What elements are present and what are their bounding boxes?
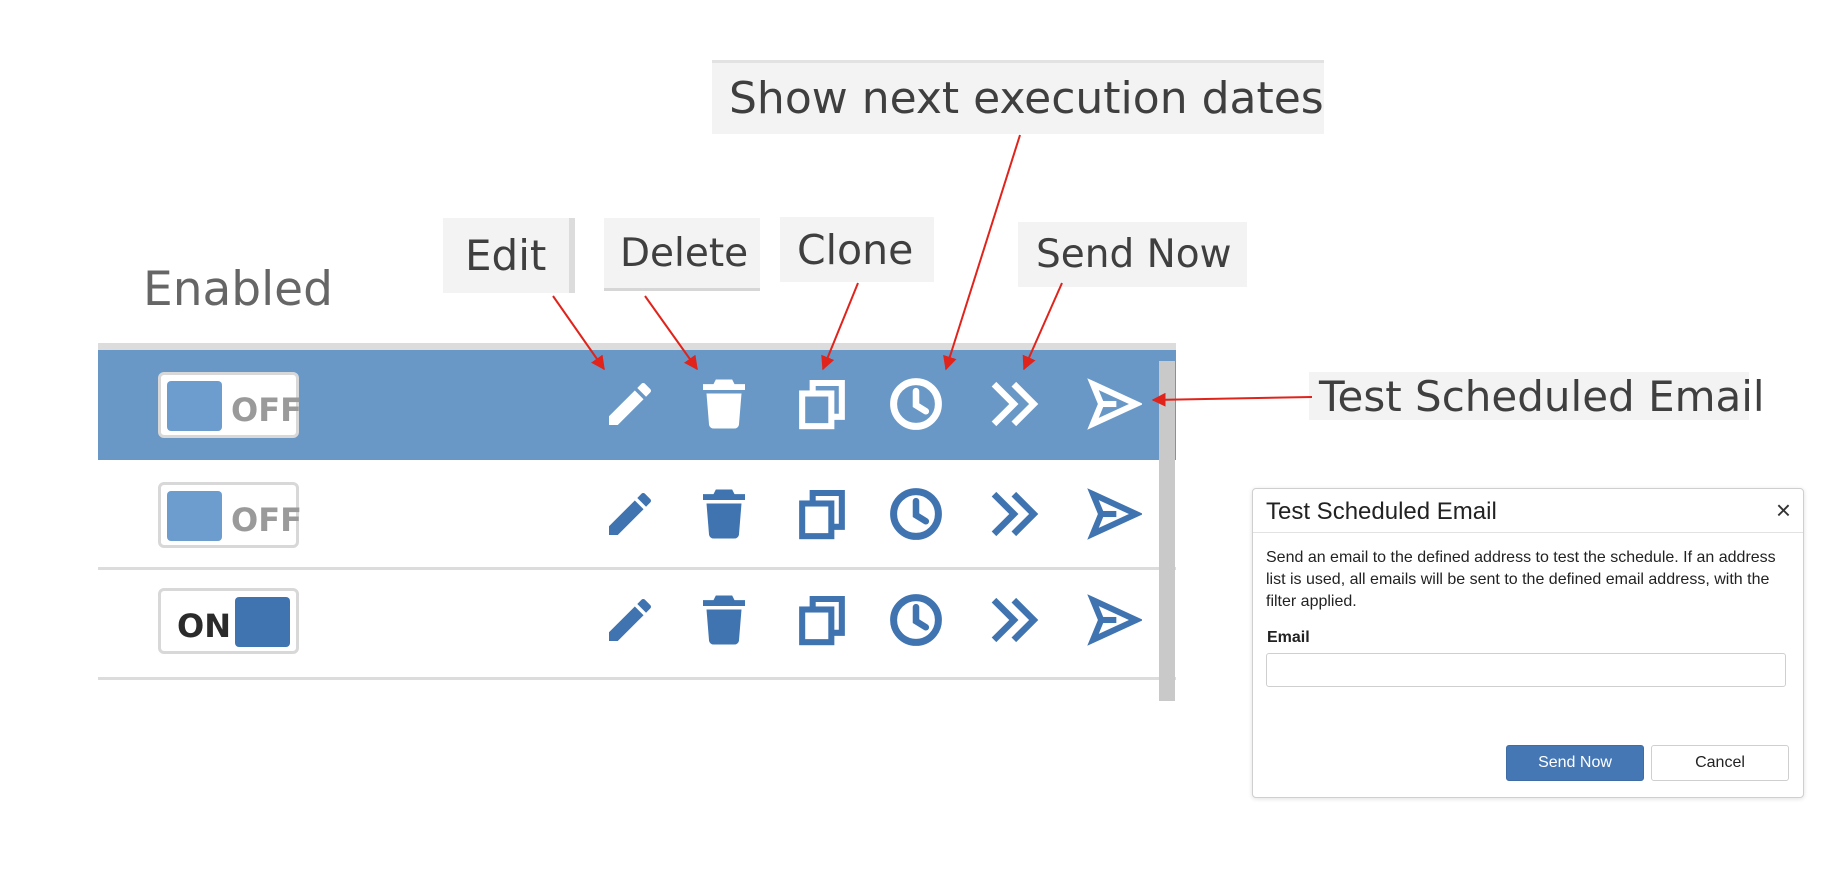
callout-send-now: Send Now	[1018, 222, 1247, 287]
trash-icon[interactable]	[696, 376, 752, 432]
callout-show-next-execution-dates: Show next execution dates	[712, 60, 1324, 134]
toggle-knob	[167, 381, 222, 431]
toggle-knob	[235, 597, 290, 647]
enabled-toggle[interactable]: ON	[158, 588, 299, 654]
arrow-next-execution	[943, 134, 1021, 371]
send-now-button[interactable]: Send Now	[1506, 745, 1644, 781]
table-row[interactable]: OFF	[98, 460, 1176, 570]
dialog-title: Test Scheduled Email	[1266, 498, 1497, 525]
clone-icon[interactable]	[794, 486, 850, 542]
email-input[interactable]	[1266, 653, 1786, 687]
callout-text: Edit	[465, 231, 547, 280]
double-chevron-right-icon[interactable]	[987, 376, 1043, 432]
send-icon[interactable]	[1086, 486, 1142, 542]
toggle-label: OFF	[231, 391, 302, 429]
double-chevron-right-icon[interactable]	[987, 486, 1043, 542]
callout-delete: Delete	[604, 218, 760, 291]
pencil-icon[interactable]	[602, 376, 658, 432]
dialog-description: Send an email to the defined address to …	[1266, 549, 1776, 610]
table-top-border	[98, 343, 1176, 350]
test-email-dialog: Test Scheduled Email × Send an email to …	[1252, 488, 1804, 798]
trash-icon[interactable]	[696, 486, 752, 542]
callout-text: Delete	[620, 230, 749, 276]
table-row[interactable]: OFF	[98, 350, 1176, 460]
clone-icon[interactable]	[794, 376, 850, 432]
clock-icon[interactable]	[888, 376, 944, 432]
send-icon[interactable]	[1086, 376, 1142, 432]
row-divider	[98, 677, 1176, 680]
column-header-enabled: Enabled	[143, 262, 333, 317]
schedule-table: OFF OFF ON	[98, 343, 1176, 701]
vertical-scrollbar[interactable]	[1159, 361, 1175, 701]
table-row[interactable]: ON	[98, 570, 1176, 680]
toggle-label: OFF	[231, 501, 302, 539]
callout-clone: Clone	[780, 217, 934, 282]
callout-text: Test Scheduled Email	[1319, 371, 1765, 421]
enabled-toggle[interactable]: OFF	[158, 372, 302, 438]
double-chevron-right-icon[interactable]	[987, 592, 1043, 648]
clock-icon[interactable]	[888, 486, 944, 542]
callout-edit: Edit	[443, 218, 575, 293]
clock-icon[interactable]	[888, 592, 944, 648]
callout-text: Send Now	[1036, 232, 1232, 277]
callout-text: Show next execution dates	[729, 73, 1324, 124]
send-icon[interactable]	[1086, 592, 1142, 648]
pencil-icon[interactable]	[602, 486, 658, 542]
clone-icon[interactable]	[794, 592, 850, 648]
pencil-icon[interactable]	[602, 592, 658, 648]
toggle-knob	[167, 491, 222, 541]
trash-icon[interactable]	[696, 592, 752, 648]
toggle-label: ON	[177, 607, 231, 645]
email-label: Email	[1267, 629, 1310, 646]
enabled-toggle[interactable]: OFF	[158, 482, 302, 548]
arrow-test-email	[1151, 392, 1313, 407]
dialog-divider	[1253, 532, 1803, 533]
callout-text: Clone	[797, 225, 914, 274]
cancel-button[interactable]: Cancel	[1651, 745, 1789, 781]
close-icon[interactable]: ×	[1776, 497, 1791, 523]
callout-test-scheduled-email: Test Scheduled Email	[1309, 372, 1765, 421]
